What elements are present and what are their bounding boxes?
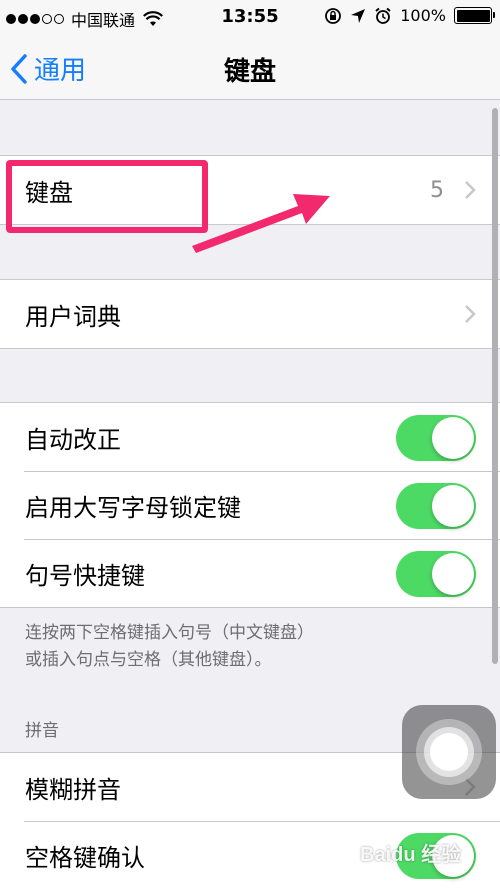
baidu-watermark: Baidu 经验 <box>360 844 462 866</box>
assistive-touch-button[interactable] <box>402 705 496 799</box>
